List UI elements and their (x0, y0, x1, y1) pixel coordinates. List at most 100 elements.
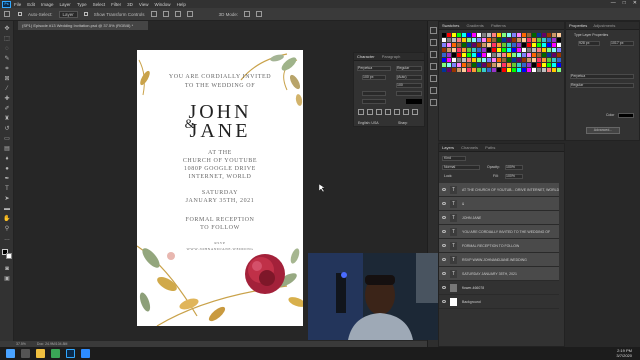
color-swatch[interactable] (507, 43, 511, 47)
menu-item[interactable]: Help (177, 2, 186, 7)
invite-line-2[interactable]: TO THE WEDDING OF (137, 83, 303, 89)
color-swatch[interactable] (482, 58, 486, 62)
menu-item[interactable]: 3D (127, 2, 133, 7)
color-swatch[interactable] (537, 53, 541, 57)
color-swatch[interactable] (537, 58, 541, 62)
color-swatch[interactable] (497, 43, 501, 47)
color-swatch[interactable] (507, 33, 511, 37)
invitation-canvas[interactable]: YOU ARE CORDIALLY INVITED TO THE WEDDING… (137, 50, 303, 326)
layer-name[interactable]: YOU ARE CORDIALLY INVITED TO THE WEDDING… (462, 230, 550, 234)
color-swatch[interactable] (487, 43, 491, 47)
color-swatch[interactable] (502, 33, 506, 37)
color-swatch[interactable] (502, 68, 506, 72)
menu-item[interactable]: Layer (60, 2, 71, 7)
color-swatch[interactable] (557, 58, 561, 62)
color-swatch[interactable] (537, 38, 541, 42)
color-swatch[interactable] (492, 33, 496, 37)
color-swatch[interactable] (512, 63, 516, 67)
color-swatch[interactable] (487, 38, 491, 42)
color-swatch[interactable] (487, 53, 491, 57)
tab-channels[interactable]: Channels (461, 145, 478, 150)
color-swatch[interactable] (462, 53, 466, 57)
color-swatch[interactable] (552, 68, 556, 72)
color-swatch[interactable] (557, 68, 561, 72)
rsvp-line-2[interactable]: WWW.JOHNANDJANE.WEDDING (137, 247, 303, 251)
color-swatch[interactable] (442, 43, 446, 47)
color-swatch[interactable] (512, 43, 516, 47)
color-swatch[interactable] (497, 33, 501, 37)
menu-item[interactable]: Image (41, 2, 54, 7)
color-swatch[interactable] (447, 43, 451, 47)
color-swatch[interactable] (482, 33, 486, 37)
color-swatch[interactable] (542, 58, 546, 62)
color-swatch[interactable] (552, 38, 556, 42)
close-icon[interactable]: ✕ (633, 0, 637, 6)
color-swatch[interactable] (447, 63, 451, 67)
color-swatch[interactable] (452, 33, 456, 37)
color-swatch[interactable] (497, 38, 501, 42)
color-swatch[interactable] (502, 43, 506, 47)
color-swatch[interactable] (497, 58, 501, 62)
marquee-tool-icon[interactable]: ⬚ (3, 35, 11, 43)
color-swatch[interactable] (452, 48, 456, 52)
color-swatch[interactable] (512, 33, 516, 37)
minimize-icon[interactable]: — (611, 0, 616, 6)
color-swatch[interactable] (467, 58, 471, 62)
color-swatch[interactable] (527, 38, 531, 42)
layer-name[interactable]: FORMAL RECEPTION TO FOLLOW (462, 244, 519, 248)
color-swatch[interactable] (527, 48, 531, 52)
color-swatch[interactable] (472, 48, 476, 52)
color-swatch[interactable] (462, 63, 466, 67)
color-swatch[interactable] (482, 53, 486, 57)
color-swatch[interactable] (547, 48, 551, 52)
color-swatch[interactable] (502, 53, 506, 57)
color-swatch[interactable] (497, 68, 501, 72)
bride-name[interactable]: JANE (137, 120, 303, 143)
color-swatch[interactable] (467, 43, 471, 47)
color-swatch[interactable] (507, 53, 511, 57)
color-swatch[interactable] (442, 58, 446, 62)
layer-row[interactable]: T JOHN JANE (439, 211, 559, 225)
color-swatch[interactable] (517, 33, 521, 37)
color-swatch[interactable] (552, 33, 556, 37)
color-swatch[interactable] (492, 58, 496, 62)
color-swatch[interactable] (507, 68, 511, 72)
color-swatch[interactable] (532, 43, 536, 47)
brush-tool-icon[interactable]: ✐ (3, 105, 11, 113)
anti-alias-value[interactable]: Sharp (398, 121, 407, 125)
color-swatch[interactable] (477, 63, 481, 67)
color-swatch[interactable] (462, 38, 466, 42)
color-swatch[interactable] (447, 38, 451, 42)
screen-mode-icon[interactable]: ▣ (3, 275, 11, 283)
date-line-2[interactable]: JANUARY 35TH, 2021 (137, 198, 303, 204)
color-swatch[interactable] (467, 33, 471, 37)
tab-properties[interactable]: Properties (569, 23, 587, 28)
color-swatch[interactable] (542, 38, 546, 42)
color-swatch[interactable] (457, 68, 461, 72)
layer-name[interactable]: JOHN JANE (462, 216, 481, 220)
color-swatch[interactable] (482, 63, 486, 67)
layer-row[interactable]: T RSVP WWW.JOHNANDJANE.WEDDING (439, 253, 559, 267)
date-line-1[interactable]: SATURDAY (137, 190, 303, 196)
color-swatch[interactable] (457, 38, 461, 42)
menu-item[interactable]: Edit (27, 2, 35, 7)
color-swatch[interactable] (532, 68, 536, 72)
tab-paragraph[interactable]: Paragraph (382, 54, 401, 59)
color-swatch[interactable] (522, 38, 526, 42)
photoshop-taskbar-icon[interactable] (66, 349, 75, 358)
more-tools-icon[interactable]: … (3, 235, 11, 243)
visibility-eye-icon[interactable] (442, 188, 446, 191)
quick-select-icon[interactable]: ✎ (3, 55, 11, 63)
color-swatch[interactable] (447, 68, 451, 72)
color-swatch[interactable] (522, 63, 526, 67)
color-swatch[interactable] (512, 38, 516, 42)
color-swatch[interactable] (492, 53, 496, 57)
zoom-app-icon[interactable] (81, 349, 90, 358)
hand-tool-icon[interactable]: ✋ (3, 215, 11, 223)
color-swatch[interactable] (477, 33, 481, 37)
visibility-eye-icon[interactable] (442, 258, 446, 261)
color-swatch[interactable] (517, 43, 521, 47)
background-color-swatch[interactable] (6, 253, 12, 259)
color-swatch[interactable] (472, 53, 476, 57)
color-swatch[interactable] (512, 48, 516, 52)
